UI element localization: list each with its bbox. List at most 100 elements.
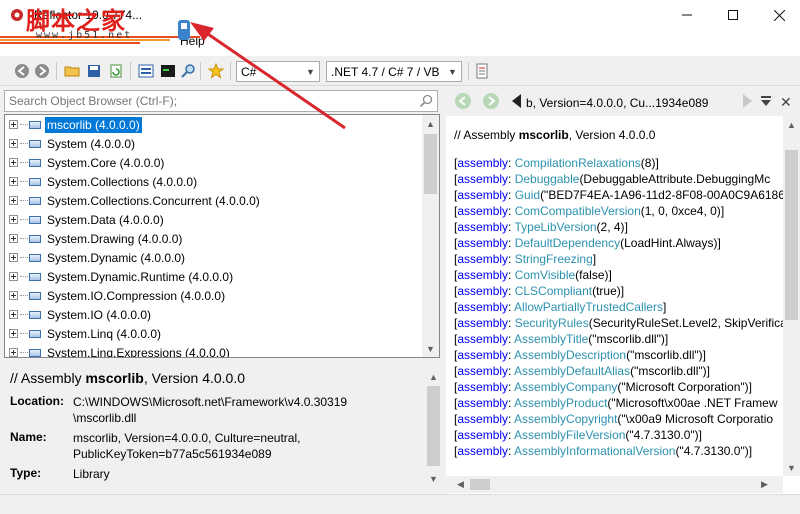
toolbar-separator [230, 62, 231, 80]
chevron-left-icon[interactable]: ◀ [452, 476, 469, 493]
search-box[interactable] [4, 90, 438, 112]
assembly-icon [29, 272, 41, 281]
code-colon: : [508, 156, 515, 170]
chevron-up-icon[interactable]: ▲ [425, 368, 442, 385]
assembly-list-icon[interactable] [136, 61, 156, 81]
tree-scrollbar[interactable]: ▲ ▼ [422, 115, 439, 357]
code-view[interactable]: // Assembly mscorlib, Version 4.0.0.0 [a… [454, 122, 784, 462]
tab-menu-icon[interactable] [760, 95, 772, 110]
code-args: ("mscorlib.dll") [588, 332, 665, 346]
toolbar-separator [130, 62, 131, 80]
search-icon[interactable] [178, 61, 198, 81]
forward-button[interactable] [32, 61, 52, 81]
close-tab-icon[interactable]: ✕ [780, 94, 792, 111]
tree-item[interactable]: mscorlib (4.0.0.0) [5, 115, 425, 134]
toolbar-separator [468, 62, 469, 80]
scrollbar-thumb[interactable] [470, 479, 490, 490]
assembly-icon [29, 234, 41, 243]
framework-select[interactable]: .NET 4.7 / C# 7 / VB ▼ [326, 61, 462, 82]
scrollbar-thumb[interactable] [785, 150, 798, 320]
code-args: ("Microsoft Corporation") [617, 380, 749, 394]
location-value-2: \mscorlib.dll [73, 411, 137, 425]
expand-icon[interactable] [9, 348, 18, 357]
star-icon[interactable] [206, 61, 226, 81]
tab-assembly[interactable]: b, Version=4.0.0.0, Cu...1934e089 [526, 96, 708, 110]
code-line: [assembly: AssemblyInformationalVersion(… [454, 444, 752, 460]
maximize-button[interactable] [710, 0, 756, 30]
code-type: DefaultDependency [514, 236, 621, 250]
expand-icon[interactable] [9, 139, 18, 148]
chevron-down-icon[interactable]: ▼ [425, 470, 442, 487]
expand-icon[interactable] [9, 272, 18, 281]
search-input[interactable] [5, 91, 405, 111]
tree-item[interactable]: System.Core (4.0.0.0) [5, 153, 425, 172]
expand-icon[interactable] [9, 158, 18, 167]
code-args: (1, 0, 0xce4, 0) [640, 204, 721, 218]
code-bracket-end: ] [706, 364, 710, 378]
tree-item[interactable]: System.Collections (4.0.0.0) [5, 172, 425, 191]
tree-item[interactable]: System.Drawing (4.0.0.0) [5, 229, 425, 248]
expand-icon[interactable] [9, 215, 18, 224]
scrollbar-thumb[interactable] [427, 386, 440, 466]
chevron-down-icon[interactable]: ▼ [783, 459, 800, 476]
details-scrollbar[interactable]: ▲ ▼ [425, 368, 442, 488]
tree-item[interactable]: System.Dynamic.Runtime (4.0.0.0) [5, 267, 425, 286]
options-icon[interactable] [472, 61, 492, 81]
chevron-up-icon[interactable]: ▲ [783, 116, 800, 133]
tree-item[interactable]: System.IO (4.0.0.0) [5, 305, 425, 324]
tree-item[interactable]: System.Data (4.0.0.0) [5, 210, 425, 229]
expand-icon[interactable] [9, 291, 18, 300]
code-colon: : [508, 284, 515, 298]
tree-item-label: System.Collections (4.0.0.0) [47, 174, 198, 189]
code-scrollbar-horizontal[interactable]: ◀ ▶ [446, 476, 783, 493]
assembly-icon [29, 215, 41, 224]
code-colon: : [508, 460, 515, 462]
tree-item[interactable]: System.Dynamic (4.0.0.0) [5, 248, 425, 267]
assembly-icon [29, 177, 41, 186]
tree-item[interactable]: System.IO.Compression (4.0.0.0) [5, 286, 425, 305]
expand-icon[interactable] [9, 196, 18, 205]
tree-item[interactable]: System.Collections.Concurrent (4.0.0.0) [5, 191, 425, 210]
expand-icon[interactable] [9, 329, 18, 338]
code-line: [assembly: ComCompatibleVersion(1, 0, 0x… [454, 204, 724, 220]
code-keyword: assembly [457, 444, 509, 458]
code-keyword: assembly [457, 204, 509, 218]
tree-item[interactable]: System.Linq (4.0.0.0) [5, 324, 425, 343]
forward-icon[interactable] [482, 92, 500, 113]
open-folder-icon[interactable] [62, 61, 82, 81]
code-args: (2, 4) [596, 220, 625, 234]
location-label: Location: [10, 394, 64, 408]
expand-icon[interactable] [9, 234, 18, 243]
code-line: [assembly: AssemblyTitle("mscorlib.dll")… [454, 332, 668, 348]
expand-icon[interactable] [9, 177, 18, 186]
chevron-down-icon[interactable]: ▼ [422, 340, 439, 357]
back-button[interactable] [12, 61, 32, 81]
console-icon[interactable] [158, 61, 178, 81]
expand-icon[interactable] [9, 253, 18, 262]
chevron-up-icon[interactable]: ▲ [422, 115, 439, 132]
chevron-right-icon[interactable]: ▶ [756, 476, 773, 493]
back-icon[interactable] [454, 92, 472, 113]
save-icon[interactable] [84, 61, 104, 81]
code-scrollbar-vertical[interactable]: ▲ ▼ [783, 116, 800, 476]
tab-scroll-right-icon[interactable] [742, 94, 752, 111]
search-icon[interactable] [419, 94, 433, 108]
close-button[interactable] [756, 0, 800, 30]
code-args: ("mscorlib.dll") [630, 364, 707, 378]
assembly-tree[interactable]: mscorlib (4.0.0.0) System (4.0.0.0) Syst… [4, 114, 440, 358]
tree-item[interactable]: System (4.0.0.0) [5, 134, 425, 153]
name-value: mscorlib, Version=4.0.0.0, Culture=neutr… [73, 431, 301, 445]
tree-item[interactable]: System.Linq.Expressions (4.0.0.0) [5, 343, 425, 357]
code-type: SatelliteContractVersion [515, 460, 643, 462]
tab-scroll-left-icon[interactable] [512, 94, 522, 111]
code-keyword: assembly [457, 252, 509, 266]
language-select[interactable]: C# ▼ [236, 61, 320, 82]
minimize-button[interactable] [664, 0, 710, 30]
scrollbar-thumb[interactable] [424, 134, 437, 194]
code-line: [assembly: ComVisible(false)] [454, 268, 612, 284]
code-line: [assembly: StringFreezing] [454, 252, 596, 268]
expand-icon[interactable] [9, 310, 18, 319]
code-args: ("\x00a9 Microsoft Corporatio [617, 412, 774, 426]
refresh-icon[interactable] [106, 61, 126, 81]
expand-icon[interactable] [9, 120, 18, 129]
